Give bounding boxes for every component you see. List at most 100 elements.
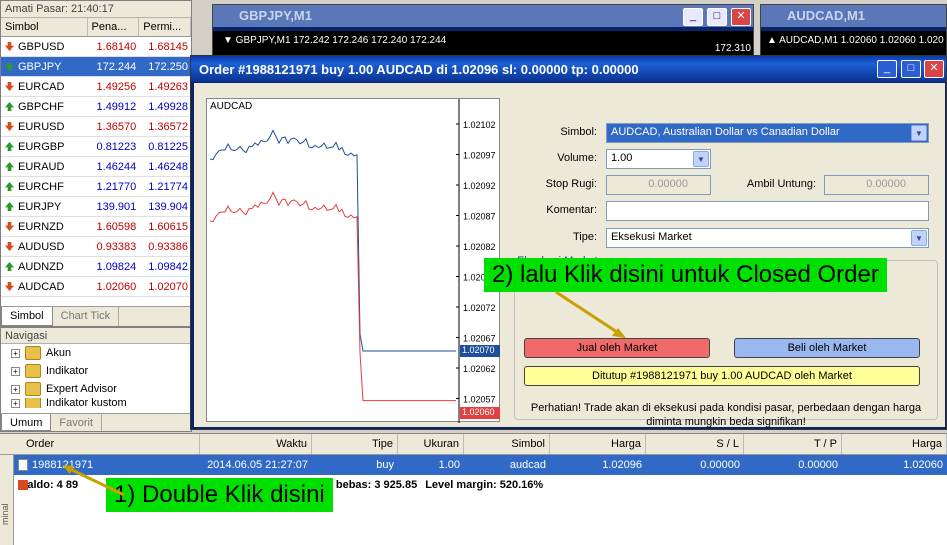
chart-window-gbpjpy[interactable]: GBPJPY,M1 _ □ ✕ ▼ GBPJPY,M1 172.242 172.… bbox=[212, 4, 754, 56]
market-watch-row[interactable]: EURAUD 1.46244 1.46248 bbox=[1, 157, 191, 177]
chevron-down-icon[interactable]: ▼ bbox=[693, 151, 709, 167]
arrow-up-icon bbox=[5, 62, 14, 71]
col-symbol[interactable]: Simbol bbox=[464, 434, 550, 454]
arrow-up-icon bbox=[5, 142, 14, 151]
comment-input[interactable] bbox=[606, 201, 929, 221]
type-select[interactable]: Eksekusi Market ▼ bbox=[606, 228, 929, 248]
bid-value: 1.49256 bbox=[96, 80, 137, 93]
arrow-down-icon bbox=[5, 242, 14, 251]
nav-item-indicator[interactable]: + Indikator bbox=[1, 362, 191, 380]
market-watch-row[interactable]: EURCHF 1.21770 1.21774 bbox=[1, 177, 191, 197]
nav-item-expert-advisor[interactable]: + Expert Advisor bbox=[1, 380, 191, 398]
bid-value: 0.81223 bbox=[96, 140, 137, 153]
navigator-tabs: Umum Favorit bbox=[1, 413, 191, 431]
arrow-up-icon bbox=[5, 162, 14, 171]
close-icon[interactable]: ✕ bbox=[731, 8, 751, 26]
col-ask[interactable]: Permi... bbox=[139, 18, 191, 36]
buy-by-market-button[interactable]: Beli oleh Market bbox=[734, 338, 920, 358]
cell-type: buy bbox=[376, 459, 394, 471]
chart-window-audcad[interactable]: AUDCAD,M1 ▲ AUDCAD,M1 1.02060 1.02060 1.… bbox=[760, 4, 947, 56]
market-watch-row[interactable]: EURUSD 1.36570 1.36572 bbox=[1, 117, 191, 137]
account-icon bbox=[25, 346, 41, 360]
price-axis-label: 1.02067 bbox=[463, 334, 496, 344]
chevron-down-icon[interactable]: ▼ bbox=[911, 125, 927, 141]
arrow-down-icon bbox=[5, 222, 14, 231]
col-price[interactable]: Harga bbox=[550, 434, 646, 454]
volume-select[interactable]: 1.00 ▼ bbox=[606, 149, 711, 169]
price-axis-label: 1.02102 bbox=[463, 120, 496, 130]
take-profit-label: Ambil Untung: bbox=[746, 178, 816, 190]
arrow-down-icon bbox=[5, 42, 14, 51]
ask-value: 1.46248 bbox=[148, 160, 189, 173]
col-type[interactable]: Tipe bbox=[312, 434, 398, 454]
cell-price: 1.02096 bbox=[602, 459, 642, 471]
chart-info-line: ▼ GBPJPY,M1 172.242 172.246 172.240 172.… bbox=[213, 31, 753, 55]
stop-loss-label: Stop Rugi: bbox=[545, 178, 597, 190]
symbol-name: AUDCAD bbox=[18, 280, 65, 293]
bid-value: 172.244 bbox=[96, 60, 137, 73]
close-order-button[interactable]: Ditutup #1988121971 buy 1.00 AUDCAD oleh… bbox=[524, 366, 920, 386]
nav-item-account[interactable]: + Akun bbox=[1, 344, 191, 362]
symbol-name: EURAUD bbox=[18, 160, 65, 173]
market-watch-list: GBPUSD 1.68140 1.68145 GBPJPY 172.244 172.250… bbox=[1, 37, 191, 297]
price-axis-label: 1.02097 bbox=[463, 151, 496, 161]
tab-chart-tick[interactable]: Chart Tick bbox=[53, 307, 120, 326]
bid-value: 1.49912 bbox=[96, 100, 137, 113]
tab-symbol[interactable]: Simbol bbox=[1, 307, 53, 326]
col-sl[interactable]: S / L bbox=[646, 434, 744, 454]
tab-favorites[interactable]: Favorit bbox=[51, 414, 103, 431]
price-label: 172.310 bbox=[714, 43, 751, 54]
arrow-up-icon bbox=[5, 202, 14, 211]
price-axis-label: 1.02082 bbox=[463, 242, 496, 252]
market-watch-row[interactable]: AUDCAD 1.02060 1.02070 bbox=[1, 277, 191, 297]
symbol-label: Simbol: bbox=[560, 126, 597, 138]
market-watch-row[interactable]: GBPCHF 1.49912 1.49928 bbox=[1, 97, 191, 117]
expand-icon[interactable]: + bbox=[11, 398, 20, 408]
stop-loss-input[interactable]: 0.00000 bbox=[606, 175, 711, 195]
col-time[interactable]: Waktu bbox=[200, 434, 312, 454]
custom-indicator-icon bbox=[25, 398, 41, 408]
table-row[interactable]: 1988121971 2014.06.05 21:27:07 buy 1.00 … bbox=[0, 455, 947, 475]
terminal-side-bar: minal bbox=[0, 455, 14, 545]
market-watch-row[interactable]: EURJPY 139.901 139.904 bbox=[1, 197, 191, 217]
expand-icon[interactable]: + bbox=[11, 384, 20, 394]
market-watch-row[interactable]: AUDNZD 1.09824 1.09842 bbox=[1, 257, 191, 277]
col-order[interactable]: Order bbox=[0, 434, 200, 454]
margin-level-text: Level margin: 520.16% bbox=[425, 479, 544, 491]
market-watch-row[interactable]: GBPUSD 1.68140 1.68145 bbox=[1, 37, 191, 57]
market-watch-row[interactable]: AUDUSD 0.93383 0.93386 bbox=[1, 237, 191, 257]
take-profit-input[interactable]: 0.00000 bbox=[824, 175, 929, 195]
col-symbol[interactable]: Simbol bbox=[1, 18, 88, 36]
tab-common[interactable]: Umum bbox=[1, 414, 52, 431]
expert-advisor-icon bbox=[25, 382, 41, 396]
ask-value: 1.49263 bbox=[148, 80, 189, 93]
chart-window-title: AUDCAD,M1 bbox=[761, 5, 946, 27]
ask-value: 1.68145 bbox=[148, 40, 189, 53]
symbol-select[interactable]: AUDCAD, Australian Dollar vs Canadian Do… bbox=[606, 123, 929, 143]
expand-icon[interactable]: + bbox=[11, 366, 20, 376]
nav-item-custom-indicator[interactable]: + Indikator kustom bbox=[1, 398, 191, 408]
market-watch-row[interactable]: EURCAD 1.49256 1.49263 bbox=[1, 77, 191, 97]
col-tp[interactable]: T / P bbox=[744, 434, 842, 454]
col-size[interactable]: Ukuran bbox=[398, 434, 464, 454]
balance-icon bbox=[18, 480, 28, 490]
ask-value: 1.49928 bbox=[148, 100, 189, 113]
market-watch-row[interactable]: GBPJPY 172.244 172.250 bbox=[1, 57, 191, 77]
market-watch-panel: Amati Pasar: 21:40:17 Simbol Pena... Per… bbox=[0, 0, 192, 327]
maximize-icon[interactable]: □ bbox=[901, 60, 921, 78]
sell-by-market-button[interactable]: Jual oleh Market bbox=[524, 338, 710, 358]
col-current-price[interactable]: Harga bbox=[842, 434, 947, 454]
annotation-step-1: 1) Double Klik disini bbox=[106, 478, 333, 512]
maximize-icon[interactable]: □ bbox=[707, 8, 727, 26]
navigator-title: Navigasi bbox=[1, 328, 191, 344]
market-watch-row[interactable]: EURNZD 1.60598 1.60615 bbox=[1, 217, 191, 237]
minimize-icon[interactable]: _ bbox=[683, 8, 703, 26]
minimize-icon[interactable]: _ bbox=[877, 60, 897, 78]
volume-label: Volume: bbox=[557, 152, 597, 164]
chevron-down-icon[interactable]: ▼ bbox=[911, 230, 927, 246]
close-icon[interactable]: ✕ bbox=[924, 60, 944, 78]
expand-icon[interactable]: + bbox=[11, 348, 20, 358]
col-bid[interactable]: Pena... bbox=[88, 18, 140, 36]
tick-chart: AUDCAD 1.02102 1.02097 1.02092 1.02087 1.020… bbox=[206, 98, 500, 423]
market-watch-row[interactable]: EURGBP 0.81223 0.81225 bbox=[1, 137, 191, 157]
